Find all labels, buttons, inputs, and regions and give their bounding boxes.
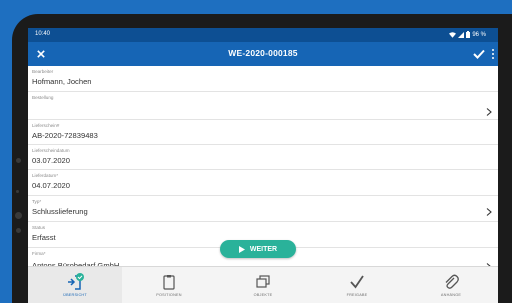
tab-freigabe[interactable]: FREIGABE — [310, 267, 404, 303]
objects-stack-icon — [256, 275, 270, 288]
field-value: Schlusslieferung — [32, 207, 88, 216]
status-time: 10:40 — [35, 31, 51, 37]
tab-label: FREIGABE — [346, 293, 368, 297]
tab-positionen[interactable]: POSITIONEN — [122, 267, 216, 303]
paperclip-icon — [445, 274, 459, 289]
chevron-right-icon — [486, 208, 492, 216]
battery-percent: 96 % — [472, 31, 486, 38]
sensor-dot — [16, 190, 19, 193]
status-bar: 10:40 96 % — [28, 28, 498, 42]
tablet-screen: 10:40 96 % WE-2020-000185 Bearbeiter Hof… — [28, 28, 498, 303]
play-icon — [238, 245, 245, 253]
tab-label: ÜBERSICHT — [63, 293, 87, 297]
app-bar: WE-2020-000185 — [28, 42, 498, 66]
field-label: Lieferdatum* — [32, 173, 59, 178]
field-label: Bestellung — [32, 95, 54, 100]
camera-lens — [15, 212, 22, 219]
more-vert-icon — [492, 49, 494, 51]
tab-anhaenge[interactable]: ANHÄNGE — [404, 267, 498, 303]
sensor-dot — [16, 228, 21, 233]
field-label: Status — [32, 225, 46, 230]
field-value: Erfasst — [32, 233, 56, 242]
field-label: Lieferscheindatum — [32, 148, 70, 153]
battery-icon — [466, 31, 471, 38]
sensor-dot — [16, 158, 21, 163]
weiter-button[interactable]: WEITER — [220, 240, 296, 258]
more-menu-button[interactable] — [489, 46, 497, 62]
tab-label: ANHÄNGE — [440, 293, 462, 297]
clipboard-icon — [163, 275, 175, 290]
field-lieferdatum[interactable]: Lieferdatum* 04.07.2020 — [28, 170, 498, 196]
field-bearbeiter[interactable]: Bearbeiter Hofmann, Jochen — [28, 66, 498, 92]
tab-label: OBJEKTE — [253, 293, 273, 297]
field-value: 04.07.2020 — [32, 181, 71, 190]
receipt-form: Bearbeiter Hofmann, Jochen Bestellung Li… — [28, 66, 498, 294]
field-value: Hofmann, Jochen — [32, 77, 92, 86]
field-typ[interactable]: Typ* Schlusslieferung — [28, 196, 498, 222]
field-label: Typ* — [32, 199, 42, 204]
status-indicators: 96 % — [449, 31, 486, 38]
tab-objekte[interactable]: OBJEKTE — [216, 267, 310, 303]
field-label: Lieferschein# — [32, 123, 60, 128]
wifi-icon — [449, 31, 457, 38]
tab-label: POSITIONEN — [156, 293, 182, 297]
field-lieferscheindatum[interactable]: Lieferscheindatum 03.07.2020 — [28, 145, 498, 170]
weiter-label: WEITER — [249, 245, 278, 253]
field-value: AB-2020-72839483 — [32, 131, 98, 140]
field-bestellung[interactable]: Bestellung — [28, 92, 498, 120]
checkmark-icon — [473, 49, 485, 59]
signal-icon — [458, 31, 465, 38]
field-label: Bearbeiter — [32, 69, 54, 74]
overview-check-icon — [68, 273, 84, 290]
bottom-navigation: ÜBERSICHT POSITIONEN OBJEKTE FREIGABE AN… — [28, 266, 498, 303]
field-label: Firma* — [32, 251, 46, 256]
field-value: 03.07.2020 — [32, 156, 71, 165]
chevron-right-icon — [486, 108, 492, 116]
field-lieferschein[interactable]: Lieferschein# AB-2020-72839483 — [28, 120, 498, 145]
approval-check-icon — [350, 275, 364, 289]
tab-uebersicht[interactable]: ÜBERSICHT — [28, 267, 122, 303]
save-button[interactable] — [472, 47, 486, 61]
page-title: WE-2020-000185 — [228, 48, 298, 58]
